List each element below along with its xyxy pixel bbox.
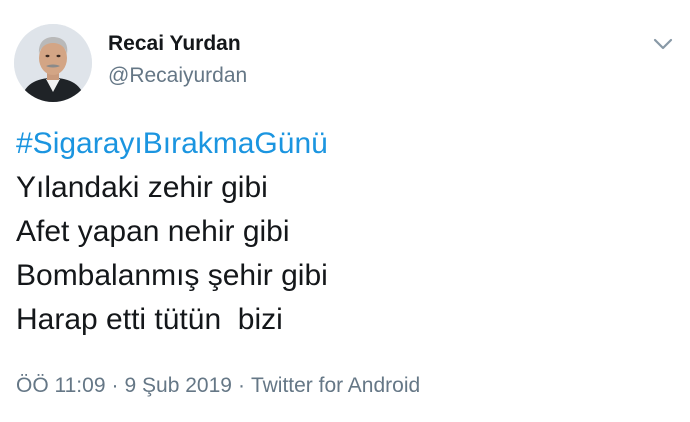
tweet-menu-button[interactable] xyxy=(650,34,676,54)
tweet-date[interactable]: 9 Şub 2019 xyxy=(125,374,232,397)
tweet-source-link[interactable]: Twitter for Android xyxy=(251,374,420,397)
tweet-line: Harap etti tütün bizi xyxy=(16,303,283,336)
display-name[interactable]: Recai Yurdan xyxy=(108,32,241,56)
tweet-line: Bombalanmış şehir gibi xyxy=(16,259,328,292)
tweet-card: Recai Yurdan @Recaiyurdan #SigarayıBırak… xyxy=(0,0,690,422)
chevron-down-icon xyxy=(653,38,673,50)
tweet-meta: ÖÖ 11:09 · 9 Şub 2019 · Twitter for Android xyxy=(16,374,420,398)
tweet-text: #SigarayıBırakmaGünü Yılandaki zehir gib… xyxy=(16,122,676,342)
meta-separator: · xyxy=(237,374,245,397)
avatar[interactable] xyxy=(14,24,92,102)
tweet-line: Afet yapan nehir gibi xyxy=(16,215,290,248)
avatar-photo xyxy=(14,24,92,102)
user-handle[interactable]: @Recaiyurdan xyxy=(108,64,247,88)
tweet-line: Yılandaki zehir gibi xyxy=(16,171,268,204)
meta-separator: · xyxy=(111,374,119,397)
hashtag-link[interactable]: #SigarayıBırakmaGünü xyxy=(16,122,676,166)
tweet-time[interactable]: ÖÖ 11:09 xyxy=(16,374,106,397)
